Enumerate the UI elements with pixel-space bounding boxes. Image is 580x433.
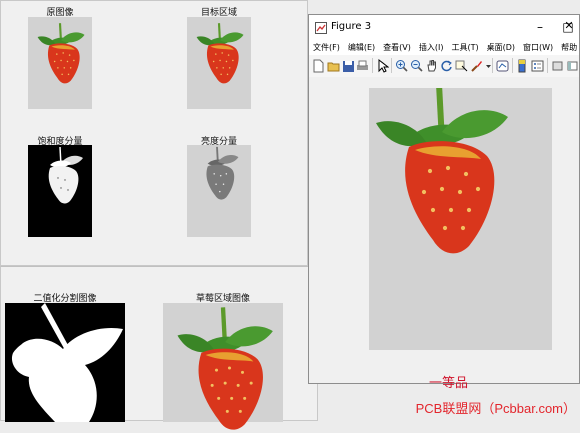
background-figure-1: 原图像 目标区域 饱和度分量 亮度分量 xyxy=(0,0,308,266)
background-figure-2: 二值化分割图像 草莓区域图像 xyxy=(0,266,318,421)
open-icon[interactable] xyxy=(327,58,340,72)
colorbar-icon[interactable] xyxy=(516,58,529,73)
menu-bar: 文件(F) 编辑(E) 查看(V) 插入(I) 工具(T) 桌面(D) 窗口(W) 帮助 xyxy=(309,41,579,55)
binary-axes xyxy=(5,303,125,422)
original-image-axes xyxy=(28,17,92,109)
toolbar-separator xyxy=(512,58,513,73)
window-title: Figure 3 xyxy=(331,21,372,32)
show-plot-tools-icon[interactable] xyxy=(566,58,579,72)
link-icon[interactable] xyxy=(496,58,509,72)
target-region-axes xyxy=(187,17,251,109)
menu-insert[interactable]: 插入(I) xyxy=(415,41,448,53)
legend-icon[interactable] xyxy=(531,58,544,72)
toolbar-separator xyxy=(492,58,493,73)
saturation-image xyxy=(30,145,90,205)
strawberry-axes xyxy=(369,88,552,350)
figure-canvas: 一等品 xyxy=(309,77,579,391)
toolbar-separator xyxy=(372,58,373,73)
grade-result-label: 一等品 xyxy=(429,376,469,391)
print-icon[interactable] xyxy=(356,58,369,72)
menu-tools[interactable]: 工具(T) xyxy=(447,41,482,53)
menu-help[interactable]: 帮助 xyxy=(557,41,579,53)
minimize-button[interactable]: – xyxy=(531,19,549,35)
data-cursor-icon[interactable] xyxy=(455,58,468,72)
close-button[interactable]: ✕ xyxy=(560,18,578,34)
toolbar-separator xyxy=(547,58,548,73)
strawberry-image xyxy=(163,303,283,433)
watermark: PCB联盟网（Pcbbar.com） xyxy=(415,401,576,416)
saturation-axes xyxy=(28,145,92,237)
menu-desktop[interactable]: 桌面(D) xyxy=(483,41,519,53)
brightness-image xyxy=(189,145,245,201)
pointer-icon[interactable] xyxy=(376,58,390,73)
pan-icon[interactable] xyxy=(425,58,438,72)
menu-file[interactable]: 文件(F) xyxy=(309,41,344,53)
new-figure-icon[interactable] xyxy=(312,58,325,73)
title-bar[interactable]: Figure 3 – □ xyxy=(309,15,579,41)
binary-image xyxy=(11,303,124,422)
strawberry-image xyxy=(369,88,552,350)
zoom-in-icon[interactable] xyxy=(395,58,408,72)
zoom-out-icon[interactable] xyxy=(410,58,423,72)
rotate-icon[interactable] xyxy=(440,58,453,72)
menu-view[interactable]: 查看(V) xyxy=(379,41,415,53)
figure-3-window[interactable]: Figure 3 – □ 文件(F) 编辑(E) 查看(V) 插入(I) 工具(T) 桌面… xyxy=(308,14,580,391)
menu-edit[interactable]: 编辑(E) xyxy=(344,41,379,53)
menu-window[interactable]: 窗口(W) xyxy=(519,41,557,53)
save-icon[interactable] xyxy=(342,58,355,72)
figure-toolbar xyxy=(309,55,579,78)
toolbar-separator xyxy=(391,58,392,73)
hide-plot-tools-icon[interactable] xyxy=(551,58,564,72)
brightness-axes xyxy=(187,145,251,237)
brush-dropdown-icon[interactable] xyxy=(482,58,491,72)
strawberry-image xyxy=(187,21,251,85)
strawberry-region-axes xyxy=(163,303,283,422)
matlab-figure-icon xyxy=(315,22,327,34)
strawberry-image xyxy=(28,21,92,85)
